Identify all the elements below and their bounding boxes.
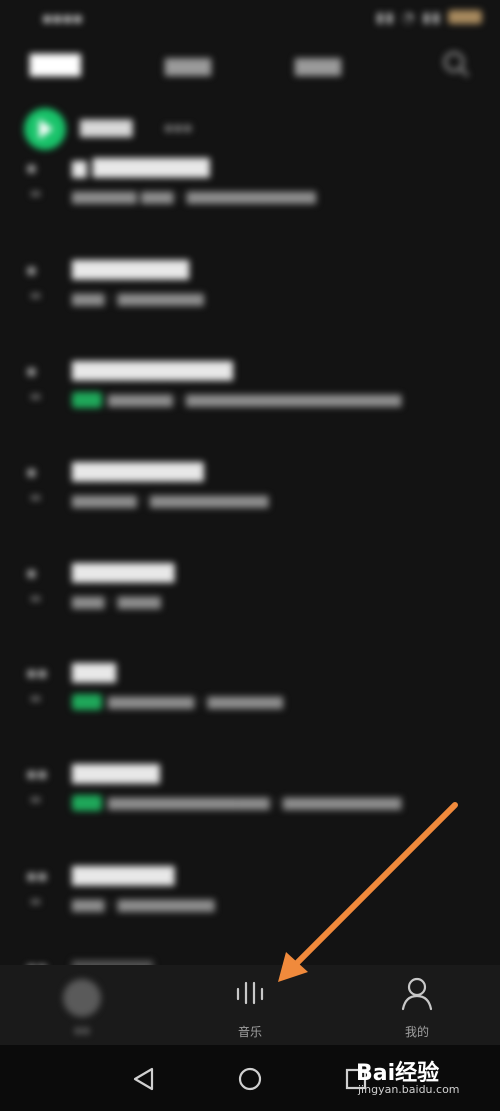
song-title-blurred: ▇▇▇ xyxy=(72,661,116,683)
song-meta: ▆▆▆▆▆▆ · ▆▆▆▆▆▆▆▆▆▆▆▆▆▆▆▆▆▆▆▆ xyxy=(72,389,401,409)
trend-icon: ▬ xyxy=(30,389,42,403)
nav-label-blurred: ▪▪ xyxy=(73,1023,91,1037)
trend-icon: ▬ xyxy=(30,591,42,605)
status-icons: ▮▮ ◔ ▮▮ xyxy=(376,10,442,26)
song-title-blurred: ▆ ▇▇▇▇▇▇▇▇ xyxy=(72,156,210,178)
song-rank-blurred: ▪▪ xyxy=(26,663,48,682)
song-title-blurred: ▇▇▇▇▇▇▇▇ xyxy=(72,258,189,280)
song-meta: ▆▆▆▆▆▆ ▆▆▆ · ▆▆▆▆▆▆▆▆▆▆▆▆ xyxy=(72,188,316,205)
trend-icon: ▬ xyxy=(30,288,42,302)
song-title-blurred: ▇▇▇▇▇▇▇▇▇▇▇ xyxy=(72,359,233,381)
tab-blurred-1[interactable]: ▇▇▇ xyxy=(30,52,81,77)
song-list: ▇▇▇▇ ▪▪▪ ▪ ▬ ▆ ▇▇▇▇▇▇▇▇ ▆▆▆▆▆▆ ▆▆▆ · ▆▆▆… xyxy=(0,100,500,980)
song-title-blurred: ▇▇▇▇▇▇▇ xyxy=(72,864,175,886)
avatar-blob-icon xyxy=(63,979,101,1017)
status-time-blurred: ▪▪▪▪ xyxy=(42,9,83,27)
song-row[interactable]: ▪▪ ▬ ▇▇▇ ▆▆▆▆▆▆▆▆ · ▆▆▆▆▆▆▆ xyxy=(0,657,500,737)
music-bars-icon xyxy=(236,981,264,1005)
play-all-button[interactable] xyxy=(24,108,66,150)
vip-badge xyxy=(72,794,102,811)
list-header-count-blurred: ▪▪▪ xyxy=(164,120,193,136)
list-header-title-blurred: ▇▇▇▇ xyxy=(80,118,133,138)
song-meta: ▆▆▆ · ▆▆▆▆ xyxy=(72,593,161,610)
play-all-header[interactable]: ▇▇▇▇ ▪▪▪ xyxy=(24,108,324,150)
battery-icon xyxy=(448,10,482,24)
song-row[interactable]: ▪▪ ▬ ▇▇▇▇▇▇ ▆▆▆▆▆▆▆▆▆▆▆▆▆▆▆ · ▆▆▆▆▆▆▆▆▆▆… xyxy=(0,758,500,838)
song-row[interactable]: ▪ ▬ ▇▇▇▇▇▇▇ ▆▆▆ · ▆▆▆▆ xyxy=(0,557,500,637)
nav-item-music[interactable]: 音乐 xyxy=(205,973,295,1040)
nav-item-home[interactable]: ▪▪ xyxy=(37,973,127,1037)
song-row[interactable]: ▪ ▬ ▆ ▇▇▇▇▇▇▇▇ ▆▆▆▆▆▆ ▆▆▆ · ▆▆▆▆▆▆▆▆▆▆▆▆ xyxy=(0,152,500,232)
song-row[interactable]: ▪▪ ▬ ▇▇▇▇▇▇▇ ▆▆▆ · ▆▆▆▆▆▆▆▆▆ xyxy=(0,860,500,940)
song-meta: ▆▆▆▆▆▆▆▆ · ▆▆▆▆▆▆▆ xyxy=(72,691,283,711)
watermark-sub: jingyan.baidu.com xyxy=(358,1083,460,1096)
top-tabs: ▇▇▇ ▆▆▆ ▆▆▆ xyxy=(0,40,500,90)
song-rank-blurred: ▪ xyxy=(26,260,37,279)
song-rank-blurred: ▪ xyxy=(26,158,37,177)
trend-icon: ▬ xyxy=(30,792,42,806)
trend-icon: ▬ xyxy=(30,894,42,908)
song-row[interactable]: ▪ ▬ ▇▇▇▇▇▇▇▇ ▆▆▆ · ▆▆▆▆▆▆▆▆ xyxy=(0,254,500,334)
nav-label-music: 音乐 xyxy=(237,1025,262,1039)
search-icon[interactable] xyxy=(442,50,470,78)
song-rank-blurred: ▪▪ xyxy=(26,866,48,885)
trend-icon: ▬ xyxy=(30,186,42,200)
bottom-navigation: ▪▪ 音乐 我的 xyxy=(0,965,500,1045)
status-bar: ▪▪▪▪ ▮▮ ◔ ▮▮ xyxy=(0,0,500,36)
song-rank-blurred: ▪ xyxy=(26,361,37,380)
song-title-blurred: ▇▇▇▇▇▇▇ xyxy=(72,561,175,583)
song-row[interactable]: ▪ ▬ ▇▇▇▇▇▇▇▇▇ ▆▆▆▆▆▆ · ▆▆▆▆▆▆▆▆▆▆▆ xyxy=(0,456,500,536)
song-meta: ▆▆▆▆▆▆▆▆▆▆▆▆▆▆▆ · ▆▆▆▆▆▆▆▆▆▆▆ xyxy=(72,792,401,812)
user-icon xyxy=(401,977,433,1011)
trend-icon: ▬ xyxy=(30,490,42,504)
song-row[interactable]: ▪ ▬ ▇▇▇▇▇▇▇▇▇▇▇ ▆▆▆▆▆▆ · ▆▆▆▆▆▆▆▆▆▆▆▆▆▆▆… xyxy=(0,355,500,435)
baidu-jingyan-watermark: Bai经验 jingyan.baidu.com xyxy=(356,1055,476,1099)
nav-item-mine[interactable]: 我的 xyxy=(372,973,462,1040)
play-icon xyxy=(39,119,53,139)
song-meta: ▆▆▆▆▆▆ · ▆▆▆▆▆▆▆▆▆▆▆ xyxy=(72,492,269,509)
song-rank-blurred: ▪ xyxy=(26,462,37,481)
home-circle-icon[interactable] xyxy=(236,1065,264,1093)
song-title-blurred: ▇▇▇▇▇▇ xyxy=(72,762,160,784)
song-rank-blurred: ▪ xyxy=(26,563,37,582)
tab-blurred-3[interactable]: ▆▆▆ xyxy=(295,52,341,76)
vip-badge xyxy=(72,391,102,408)
vip-badge xyxy=(72,693,102,710)
nav-label-mine: 我的 xyxy=(404,1025,429,1039)
song-title-blurred: ▇▇▇▇▇▇▇▇▇ xyxy=(72,460,204,482)
song-rank-blurred: ▪▪ xyxy=(26,764,48,783)
back-triangle-icon[interactable] xyxy=(130,1065,158,1093)
tab-blurred-2[interactable]: ▆▆▆ xyxy=(165,52,211,76)
song-meta: ▆▆▆ · ▆▆▆▆▆▆▆▆▆ xyxy=(72,896,215,913)
trend-icon: ▬ xyxy=(30,691,42,705)
song-meta: ▆▆▆ · ▆▆▆▆▆▆▆▆ xyxy=(72,290,204,307)
